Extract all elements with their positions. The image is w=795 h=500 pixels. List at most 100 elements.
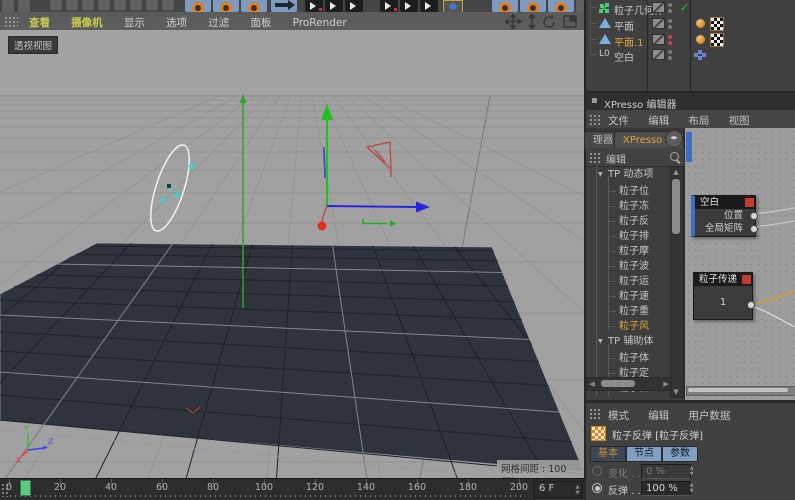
tree-item[interactable]: 粒子位	[586, 184, 670, 199]
tree-group-tp-helpers[interactable]: ▼ TP 辅助体	[586, 334, 670, 349]
menu-view[interactable]: 查看	[20, 12, 59, 30]
toolbar-play-icon[interactable]	[345, 0, 363, 12]
tree-item[interactable]: 粒子摩	[586, 244, 670, 259]
enable-dot-bottom[interactable]	[668, 9, 672, 13]
object-row-plane1-selected[interactable]: 平面.1	[586, 31, 795, 47]
tree-item-label[interactable]: 粒子速	[619, 289, 649, 304]
attr-menu-userdata[interactable]: 用户数据	[680, 405, 738, 423]
scroll-down-icon[interactable]: ▼	[671, 387, 681, 397]
tree-item[interactable]: 粒子运	[586, 274, 670, 289]
toolbar-icon[interactable]	[162, 0, 174, 10]
render-state-icon[interactable]	[652, 49, 665, 60]
toolbar-torus-icon[interactable]	[520, 0, 546, 12]
stepper-down[interactable]: ▼	[576, 490, 580, 496]
node-editor-canvas[interactable]: 空白 位置 全局矩阵 粒子传递 1	[685, 128, 795, 400]
menu-camera[interactable]: 摄像机	[62, 12, 112, 30]
material-tag[interactable]	[696, 35, 705, 44]
tree-item[interactable]: 粒子冻	[586, 199, 670, 214]
bounce-field[interactable]: 100 %	[641, 481, 691, 496]
tree-item-label[interactable]: 粒子重	[619, 304, 649, 319]
playhead[interactable]	[20, 480, 31, 496]
search-icon[interactable]	[670, 152, 679, 161]
object-name[interactable]: 空白	[614, 49, 634, 64]
rotate-icon[interactable]	[544, 15, 554, 27]
pool-edit-menu[interactable]: 编辑	[606, 151, 626, 166]
attr-menu-edit[interactable]: 编辑	[640, 405, 677, 423]
toolbar-play-icon[interactable]	[325, 0, 343, 12]
xpresso-menu-file[interactable]: 文件	[600, 110, 637, 128]
tree-item-selected[interactable]: 粒子风	[586, 319, 670, 334]
material-tag[interactable]	[696, 19, 705, 28]
plane-object[interactable]	[0, 243, 584, 472]
toolbar-play-icon[interactable]	[400, 0, 418, 12]
gizmo-y-arrow[interactable]	[321, 104, 333, 120]
scroll-thumb[interactable]	[601, 380, 635, 387]
port-position[interactable]: 位置	[695, 209, 755, 222]
view-label[interactable]: 透视视图	[8, 36, 58, 54]
menu-display[interactable]: 显示	[115, 12, 154, 30]
menubar-grip[interactable]	[4, 16, 18, 27]
node-title[interactable]: 粒子传递	[694, 273, 752, 286]
scroll-thumb[interactable]	[688, 388, 788, 392]
viewport-canvas[interactable]: Y Z X 透视视图 网格间距 : 100 cm	[0, 30, 585, 478]
toolbar-icon[interactable]	[2, 0, 14, 12]
render-state-icon[interactable]	[652, 18, 665, 29]
gizmo-z-arrow[interactable]	[416, 202, 430, 213]
variation-field[interactable]: 0 %	[641, 464, 691, 479]
toolbar-icon[interactable]	[66, 0, 78, 10]
stepper-icon[interactable]: ▲▼	[687, 482, 696, 494]
toolbar-play-icon[interactable]	[380, 0, 398, 12]
toolbar-icon[interactable]	[114, 0, 126, 10]
tab-parameters[interactable]: 参数	[662, 446, 698, 462]
output-port[interactable]	[747, 301, 755, 309]
enable-dot-top[interactable]	[668, 3, 672, 7]
stepper-down[interactable]: ▼	[690, 488, 694, 494]
toolbar-icon[interactable]	[82, 0, 94, 10]
toolbar-icon[interactable]	[98, 0, 110, 10]
tree-group-label[interactable]: TP 辅助体	[608, 334, 653, 349]
tree-item-label[interactable]: 粒子运	[619, 274, 649, 289]
node-title[interactable]: 空白	[695, 196, 755, 209]
tree-item[interactable]: 粒子体	[586, 351, 670, 366]
toolbar-torus-icon[interactable]	[548, 0, 574, 12]
tree-item[interactable]: 粒子排	[586, 229, 670, 244]
tree-item[interactable]: 粒子重	[586, 304, 670, 319]
frame-field[interactable]: 6 F ▲▼	[533, 481, 583, 498]
tree-item[interactable]: 粒子反	[586, 214, 670, 229]
toolbar-torus-icon[interactable]	[185, 0, 211, 12]
toolbar-icon[interactable]	[146, 0, 158, 10]
keyframe-circle[interactable]	[592, 483, 602, 493]
toolbar-torus-icon[interactable]	[492, 0, 518, 12]
tree-item-label[interactable]: 粒子反	[619, 214, 649, 229]
timeline-ruler[interactable]: 0 20 40 60 80 100 120 140 160 180 200 6 …	[0, 478, 585, 500]
node-particle-pass[interactable]: 粒子传递 1	[693, 272, 753, 320]
pan-icon[interactable]	[505, 14, 521, 29]
tree-item-label[interactable]: 粒子排	[619, 229, 649, 244]
toolbar-icon[interactable]	[130, 0, 142, 10]
scroll-right-icon[interactable]: ▶	[661, 379, 671, 389]
xpresso-tag[interactable]	[698, 50, 702, 54]
menu-options[interactable]: 选项	[157, 12, 196, 30]
menu-panel[interactable]: 面板	[241, 12, 280, 30]
spline-handles[interactable]	[159, 162, 196, 204]
object-row-null[interactable]: L0 空白	[586, 47, 795, 62]
render-state-icon[interactable]	[652, 34, 665, 45]
enable-dot-top[interactable]	[668, 35, 672, 39]
tree-item-label[interactable]: 粒子波	[619, 259, 649, 274]
tree-group-label[interactable]: TP 动态项	[608, 167, 653, 182]
xpresso-menu-edit[interactable]: 编辑	[640, 110, 677, 128]
xpresso-menu-view[interactable]: 视图	[721, 110, 758, 128]
toolbar-icon[interactable]	[18, 0, 30, 12]
collapse-icon[interactable]: ▼	[598, 167, 603, 182]
tree-hscrollbar[interactable]: ◀ ▶	[586, 377, 672, 391]
toolbar-play-icon[interactable]	[305, 0, 323, 12]
stepper-icon[interactable]: ▲▼	[687, 465, 696, 477]
toolbar-arrow-icon[interactable]	[271, 0, 297, 12]
output-port[interactable]	[750, 225, 758, 233]
enable-dot-top[interactable]	[668, 19, 672, 23]
tree-item-label[interactable]: 粒子摩	[619, 244, 649, 259]
render-state-icon[interactable]	[652, 2, 665, 13]
attr-grip[interactable]	[589, 408, 601, 419]
tree-item[interactable]: 粒子波	[586, 259, 670, 274]
frame-stepper[interactable]: ▲▼	[573, 484, 582, 496]
